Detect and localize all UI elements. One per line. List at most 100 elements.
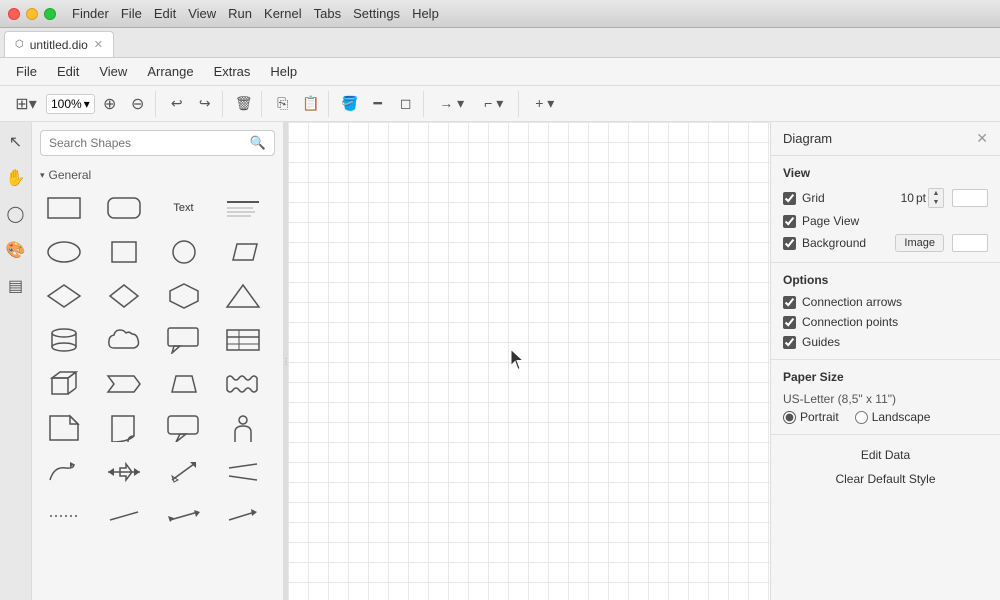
menu-edit[interactable]: Edit	[49, 61, 87, 82]
triangle-shape[interactable]	[219, 276, 267, 316]
copy-style-button[interactable]: ⎘	[270, 91, 296, 117]
double-line-shape[interactable]	[219, 452, 267, 492]
speech-bubble-shape[interactable]	[160, 408, 208, 448]
rectangle-shape[interactable]	[40, 188, 88, 228]
tab-close-button[interactable]: ✕	[94, 38, 103, 51]
single-line-shape[interactable]	[100, 496, 148, 536]
rhombus-shape[interactable]	[100, 276, 148, 316]
grid-spinner[interactable]: ▲ ▼	[928, 188, 944, 208]
search-input[interactable]	[49, 136, 246, 150]
menu-arrange[interactable]: Arrange	[139, 61, 201, 82]
zoom-in-button[interactable]: ⊕	[97, 91, 123, 117]
cloud-shape[interactable]	[100, 320, 148, 360]
page-view-checkbox[interactable]	[783, 215, 796, 228]
wave-shape[interactable]	[219, 364, 267, 404]
two-way-arrow-shape[interactable]	[100, 452, 148, 492]
connection-points-row: Connection points	[783, 315, 988, 329]
layers-tool[interactable]: ▤	[4, 274, 28, 298]
menu-extras[interactable]: Extras	[206, 61, 259, 82]
os-menu-file[interactable]: File	[121, 6, 142, 21]
close-window-button[interactable]	[8, 8, 20, 20]
os-menu-edit[interactable]: Edit	[154, 6, 176, 21]
text-shape[interactable]: Text	[160, 188, 208, 228]
hexagon-shape[interactable]	[160, 276, 208, 316]
grid-checkbox[interactable]	[783, 192, 796, 205]
heading-shape[interactable]	[219, 188, 267, 228]
panel-close-button[interactable]: ✕	[976, 130, 988, 147]
diamond-shape[interactable]	[40, 276, 88, 316]
portrait-option[interactable]: Portrait	[783, 410, 839, 424]
connection-points-checkbox[interactable]	[783, 316, 796, 329]
line-style-button[interactable]: ━	[365, 91, 391, 117]
options-section-title: Options	[783, 273, 988, 287]
waypoint-button[interactable]: ⌐ ▾	[474, 91, 514, 117]
rounded-rectangle-shape[interactable]	[100, 188, 148, 228]
guides-label: Guides	[802, 335, 840, 349]
undo-button[interactable]: ↩	[164, 91, 190, 117]
table-shape[interactable]	[219, 320, 267, 360]
menu-help[interactable]: Help	[262, 61, 305, 82]
document-tab[interactable]: ⬡ untitled.dio ✕	[4, 31, 114, 57]
os-menu-finder[interactable]: Finder	[72, 6, 109, 21]
os-menu-kernel[interactable]: Kernel	[264, 6, 302, 21]
process-shape[interactable]	[100, 364, 148, 404]
zoom-out-button[interactable]: ⊖	[125, 91, 151, 117]
square-shape[interactable]	[100, 232, 148, 272]
canvas[interactable]	[288, 122, 770, 600]
menu-view[interactable]: View	[91, 61, 135, 82]
page-shape[interactable]	[40, 408, 88, 448]
connector-button[interactable]: → ▾	[432, 91, 472, 117]
folded-page-shape[interactable]	[100, 408, 148, 448]
trapezoid-shape[interactable]	[160, 364, 208, 404]
portrait-radio[interactable]	[783, 411, 796, 424]
clear-style-button[interactable]: Clear Default Style	[783, 469, 988, 489]
os-menu-help[interactable]: Help	[412, 6, 439, 21]
cube-shape[interactable]	[40, 364, 88, 404]
menu-file[interactable]: File	[8, 61, 45, 82]
pointer-tool[interactable]: ↖	[4, 130, 28, 154]
general-section-header[interactable]: ▾ General	[40, 164, 275, 188]
two-head-arrow-shape[interactable]	[160, 496, 208, 536]
color-picker-tool[interactable]: 🎨	[4, 238, 28, 262]
zoom-selector[interactable]: 100% ▾	[46, 94, 95, 114]
dotted-line-shape[interactable]	[40, 496, 88, 536]
landscape-option[interactable]: Landscape	[855, 410, 931, 424]
maximize-window-button[interactable]	[44, 8, 56, 20]
edit-data-button[interactable]: Edit Data	[783, 445, 988, 465]
person-shape[interactable]	[219, 408, 267, 448]
arrow-right-shape[interactable]	[219, 496, 267, 536]
grid-decrement-button[interactable]: ▼	[929, 198, 943, 207]
insert-button[interactable]: + ▾	[527, 91, 563, 117]
paste-style-button[interactable]: 📋	[298, 91, 324, 117]
grid-color-swatch[interactable]	[952, 189, 988, 207]
landscape-radio[interactable]	[855, 411, 868, 424]
guides-checkbox[interactable]	[783, 336, 796, 349]
curvy-arrow-shape[interactable]	[40, 452, 88, 492]
background-color-swatch[interactable]	[952, 234, 988, 252]
background-checkbox[interactable]	[783, 237, 796, 250]
background-row: Background Image	[783, 234, 988, 252]
delete-button[interactable]: 🗑	[231, 91, 257, 117]
grid-increment-button[interactable]: ▲	[929, 189, 943, 198]
os-menu-view[interactable]: View	[188, 6, 216, 21]
ellipse-shape[interactable]	[40, 232, 88, 272]
move-tool[interactable]: ✋	[4, 166, 28, 190]
shadow-button[interactable]: ◻	[393, 91, 419, 117]
background-image-button[interactable]: Image	[895, 234, 944, 252]
shape-tool[interactable]: ◯	[4, 202, 28, 226]
page-view-toggle-button[interactable]: ⊞▾	[8, 91, 44, 117]
cylinder-shape[interactable]	[40, 320, 88, 360]
os-menu-run[interactable]: Run	[228, 6, 252, 21]
parallelogram-shape[interactable]	[219, 232, 267, 272]
circle-shape[interactable]	[160, 232, 208, 272]
callout-shape[interactable]	[160, 320, 208, 360]
os-menu-tabs[interactable]: Tabs	[314, 6, 341, 21]
connection-arrows-checkbox[interactable]	[783, 296, 796, 309]
minimize-window-button[interactable]	[26, 8, 38, 20]
os-menu-settings[interactable]: Settings	[353, 6, 400, 21]
app-window: ⬡ untitled.dio ✕ File Edit View Arrange …	[0, 28, 1000, 600]
search-box[interactable]: 🔍	[40, 130, 275, 156]
redo-button[interactable]: ↪	[192, 91, 218, 117]
fill-button[interactable]: 🪣	[337, 91, 363, 117]
diagonal-arrow-shape[interactable]	[160, 452, 208, 492]
